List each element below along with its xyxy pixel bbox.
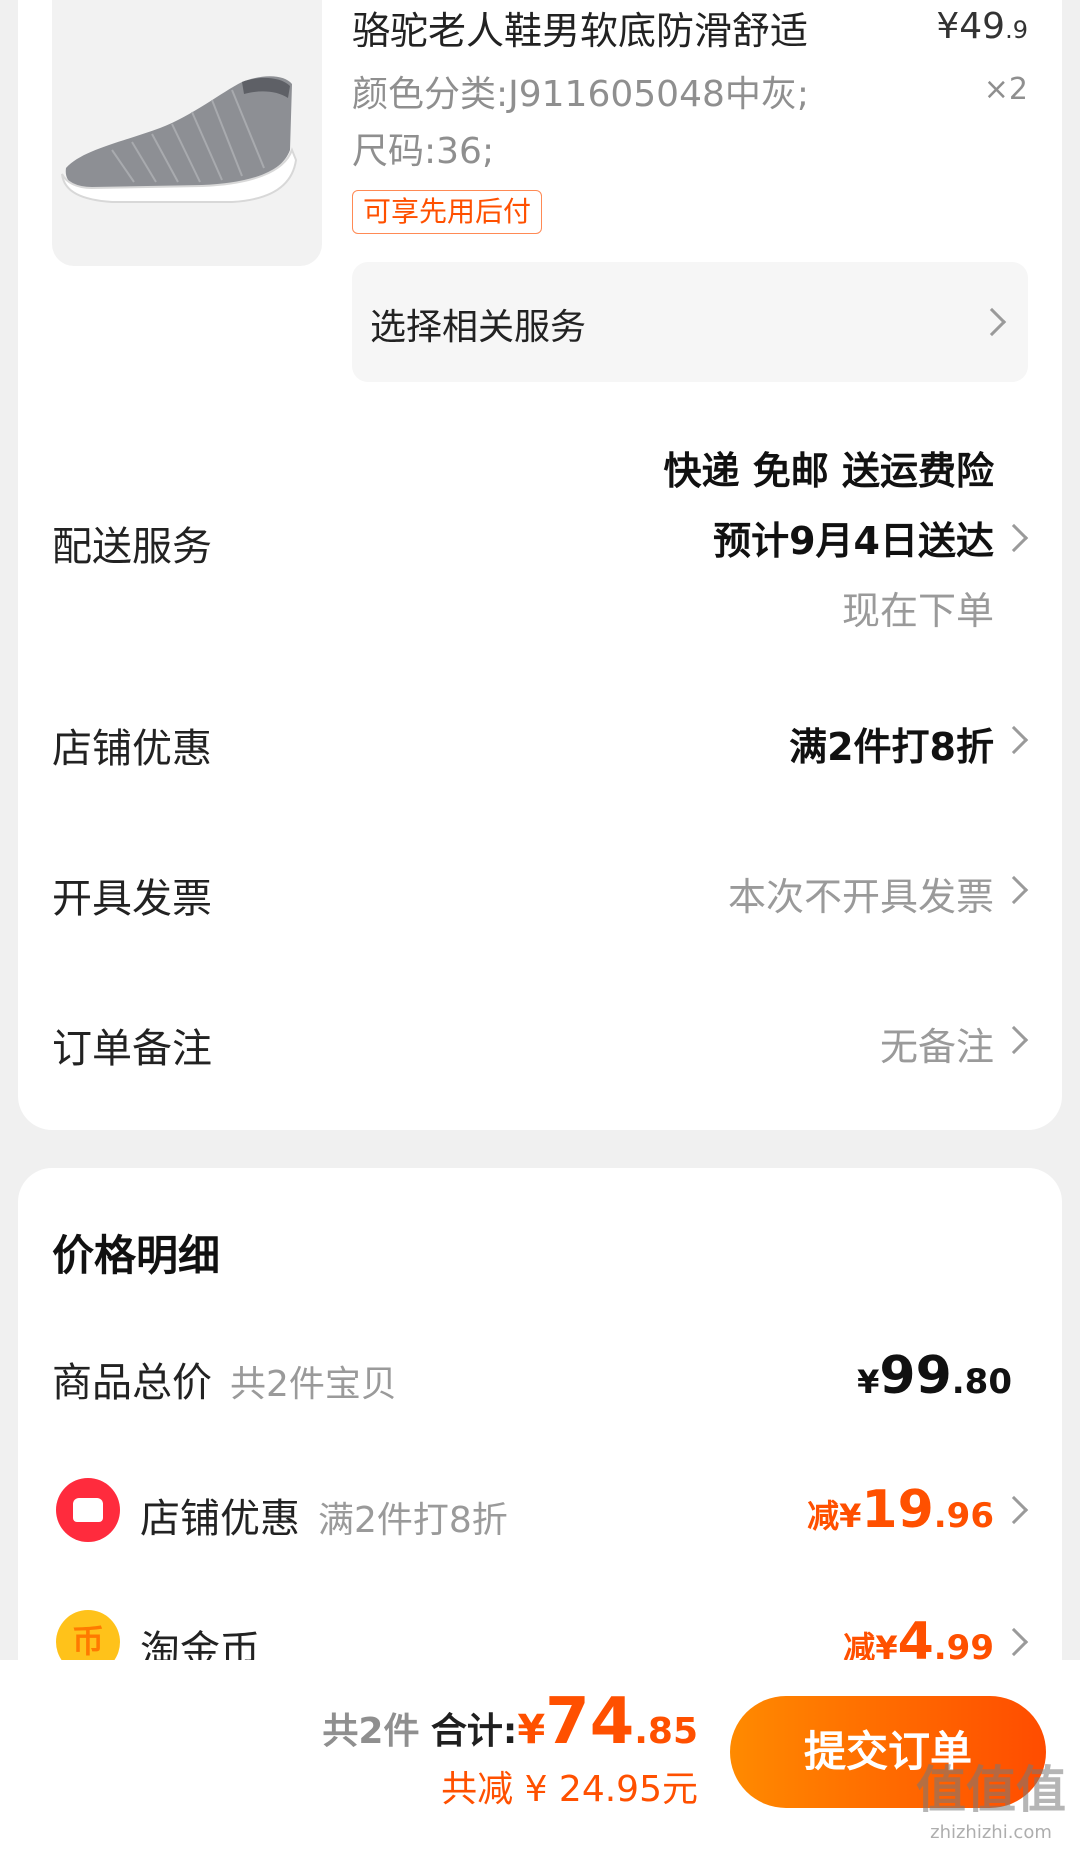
product-price: ¥49.9 <box>936 6 1028 47</box>
chevron-right-icon <box>977 307 1007 337</box>
invoice-value[interactable]: 本次不开具发票 <box>728 866 994 921</box>
price-main: ¥49 <box>936 6 1006 47</box>
select-service-button[interactable]: 选择相关服务 <box>352 262 1028 382</box>
product-image[interactable] <box>52 0 322 266</box>
goods-total-amount: ¥99.80 <box>857 1346 1012 1406</box>
amount-integer: 19 <box>861 1480 934 1540</box>
currency-symbol: ¥ <box>839 1497 862 1535</box>
total-line: 共2件 合计:¥74.85 <box>322 1685 698 1759</box>
shop-discount-detail-sub: 满2件打8折 <box>318 1500 508 1541</box>
shoe-image <box>61 76 298 203</box>
delivery-note: 现在下单 <box>841 589 994 633</box>
amount-decimal: .96 <box>933 1496 994 1536</box>
sku-color: 颜色分类:J911605048中灰; <box>352 74 810 115</box>
pay-later-tag: 可享先用后付 <box>352 190 543 234</box>
remark-label: 订单备注 <box>52 1026 212 1072</box>
delivery-eta[interactable]: 预计9月4日送达 <box>713 510 994 565</box>
delivery-label: 配送服务 <box>52 524 212 570</box>
shop-discount-value[interactable]: 满2件打8折 <box>789 716 994 771</box>
service-label: 选择相关服务 <box>370 307 587 348</box>
price-detail-title: 价格明细 <box>52 1231 221 1280</box>
discount-prefix: 减 <box>807 1497 840 1535</box>
goods-total-row: 商品总价 共2件宝贝 <box>52 1350 397 1408</box>
bottom-bar: 共2件 合计:¥74.85 共减 ¥ 24.95元 提交订单 值值值 zhizh… <box>0 1660 1080 1849</box>
goods-total-label: 商品总价 <box>52 1360 212 1406</box>
watermark: 值值值 zhizhizhi.com <box>916 1750 1066 1843</box>
remark-value[interactable]: 无备注 <box>880 1016 994 1071</box>
delivery-method[interactable]: 快递 免邮 送运费险 <box>664 440 994 495</box>
shop-discount-amount[interactable]: 减¥19.96 <box>807 1480 994 1540</box>
watermark-url: zhizhizhi.com <box>930 1822 1052 1843</box>
total-saved: 共减 ¥ 24.95元 <box>441 1769 698 1810</box>
shop-discount-detail-label: 店铺优惠 <box>140 1496 300 1542</box>
total-decimal: .85 <box>634 1711 698 1752</box>
total-label: 合计: <box>430 1711 518 1752</box>
currency-symbol: ¥ <box>857 1363 880 1401</box>
product-quantity: ×2 <box>983 72 1028 107</box>
amount-decimal: .80 <box>951 1362 1012 1402</box>
price-decimal: .9 <box>1005 16 1028 44</box>
shop-icon <box>56 1478 120 1542</box>
goods-total-count: 共2件宝贝 <box>230 1364 397 1405</box>
shop-discount-label: 店铺优惠 <box>52 726 212 772</box>
amount-integer: 99 <box>879 1346 952 1406</box>
currency-symbol: ¥ <box>517 1707 546 1753</box>
product-sku: 颜色分类:J911605048中灰; 尺码:36; <box>352 66 892 180</box>
product-title[interactable]: 骆驼老人鞋男软底防滑舒适 <box>352 0 808 55</box>
shop-discount-row: 店铺优惠 满2件打8折 <box>140 1486 508 1544</box>
total-integer: 74 <box>545 1685 635 1759</box>
invoice-label: 开具发票 <box>52 876 212 922</box>
sku-size: 尺码:36; <box>352 131 495 172</box>
watermark-logo: 值值值 <box>916 1761 1066 1819</box>
item-count: 共2件 <box>322 1711 420 1752</box>
